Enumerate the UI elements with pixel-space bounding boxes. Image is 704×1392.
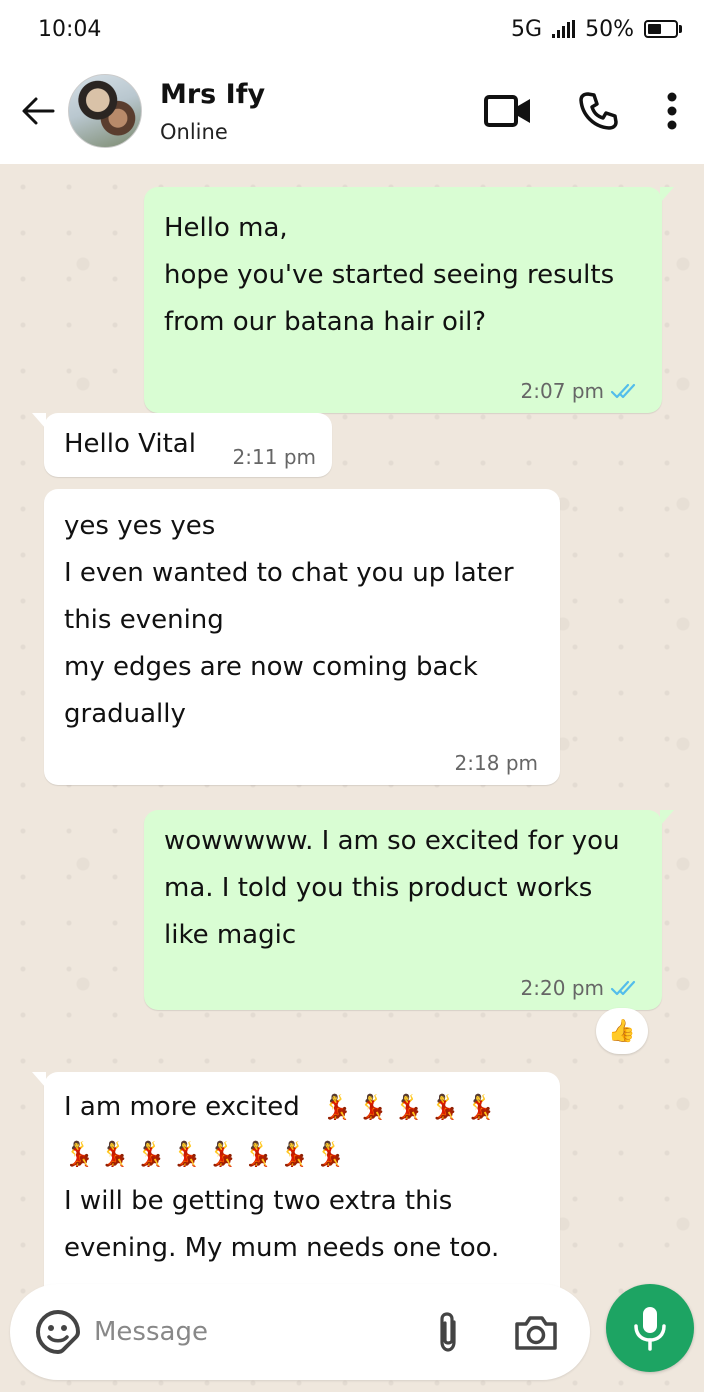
message-meta: 2:18 pm [455, 751, 538, 775]
read-ticks-icon [610, 980, 636, 996]
message-time: 2:18 pm [454, 751, 538, 775]
dancer-emojis: 💃💃💃💃💃💃💃💃 [64, 1140, 352, 1168]
message-bubble-incoming[interactable]: I am more excited 💃💃💃💃💃 💃💃💃💃💃💃💃💃 I will … [32, 1072, 560, 1312]
message-bubble-outgoing[interactable]: wowwwww. I am so excited for you ma. I t… [144, 810, 674, 1010]
message-meta: 2:11 pm [233, 445, 316, 469]
sticker-icon [35, 1309, 81, 1355]
message-meta: 2:20 pm [521, 976, 640, 1000]
message-text: yes yes yes I even wanted to chat you up… [64, 511, 514, 729]
message-text: I am more excited [64, 1092, 300, 1122]
more-options-icon [667, 92, 677, 130]
network-label: 5G [511, 16, 543, 42]
reaction-badge[interactable]: 👍 [596, 1008, 648, 1054]
back-button[interactable] [8, 81, 68, 141]
video-call-icon [484, 95, 530, 127]
avatar[interactable] [68, 74, 142, 148]
message-line: I am more excited 💃💃💃💃💃 [64, 1084, 540, 1131]
message-text: Hello ma, hope you've started seeing res… [164, 213, 615, 337]
chat-area[interactable]: Hello ma, hope you've started seeing res… [0, 164, 704, 1392]
message-bubble-incoming[interactable]: yes yes yes I even wanted to chat you up… [44, 489, 560, 785]
dancer-emojis: 💃💃💃💃💃 [322, 1093, 502, 1121]
contact-name: Mrs Ify [160, 78, 266, 110]
chat-header: Mrs Ify Online [0, 58, 704, 164]
message-text: wowwwww. I am so excited for you ma. I t… [164, 826, 620, 950]
message-meta: 2:07 pm [521, 379, 640, 403]
message-time: 2:20 pm [520, 976, 604, 1000]
message-time: 2:07 pm [520, 379, 604, 403]
camera-icon [515, 1316, 557, 1350]
status-time: 10:04 [38, 16, 102, 42]
microphone-icon [634, 1307, 666, 1351]
read-ticks-icon [610, 383, 636, 399]
voice-record-button[interactable] [606, 1284, 694, 1372]
message-composer [10, 1284, 590, 1380]
phone-call-button[interactable] [570, 83, 626, 139]
signal-icon [552, 20, 576, 38]
message-input[interactable] [94, 1317, 394, 1347]
more-options-button[interactable] [660, 83, 684, 139]
message-bubble-outgoing[interactable]: Hello ma, hope you've started seeing res… [144, 187, 674, 413]
attach-button[interactable] [424, 1308, 472, 1356]
phone-call-icon [579, 92, 618, 130]
message-bubble-incoming[interactable]: Hello Vital 2:11 pm [32, 413, 332, 477]
status-bar: 10:04 5G 50% [0, 0, 704, 58]
message-text: I will be getting two extra this evening… [64, 1186, 500, 1263]
video-call-button[interactable] [480, 83, 536, 139]
attach-icon [440, 1312, 456, 1352]
camera-button[interactable] [512, 1308, 560, 1356]
back-arrow-icon [22, 97, 55, 125]
message-time: 2:11 pm [232, 445, 316, 469]
battery-fill [648, 24, 661, 34]
sticker-button[interactable] [34, 1308, 82, 1356]
contact-status: Online [160, 119, 228, 144]
contact-info[interactable]: Mrs Ify Online [160, 79, 265, 144]
status-indicators: 5G 50% [511, 17, 682, 42]
header-actions [480, 58, 684, 164]
battery-icon [644, 20, 682, 38]
battery-percent: 50% [585, 16, 634, 42]
